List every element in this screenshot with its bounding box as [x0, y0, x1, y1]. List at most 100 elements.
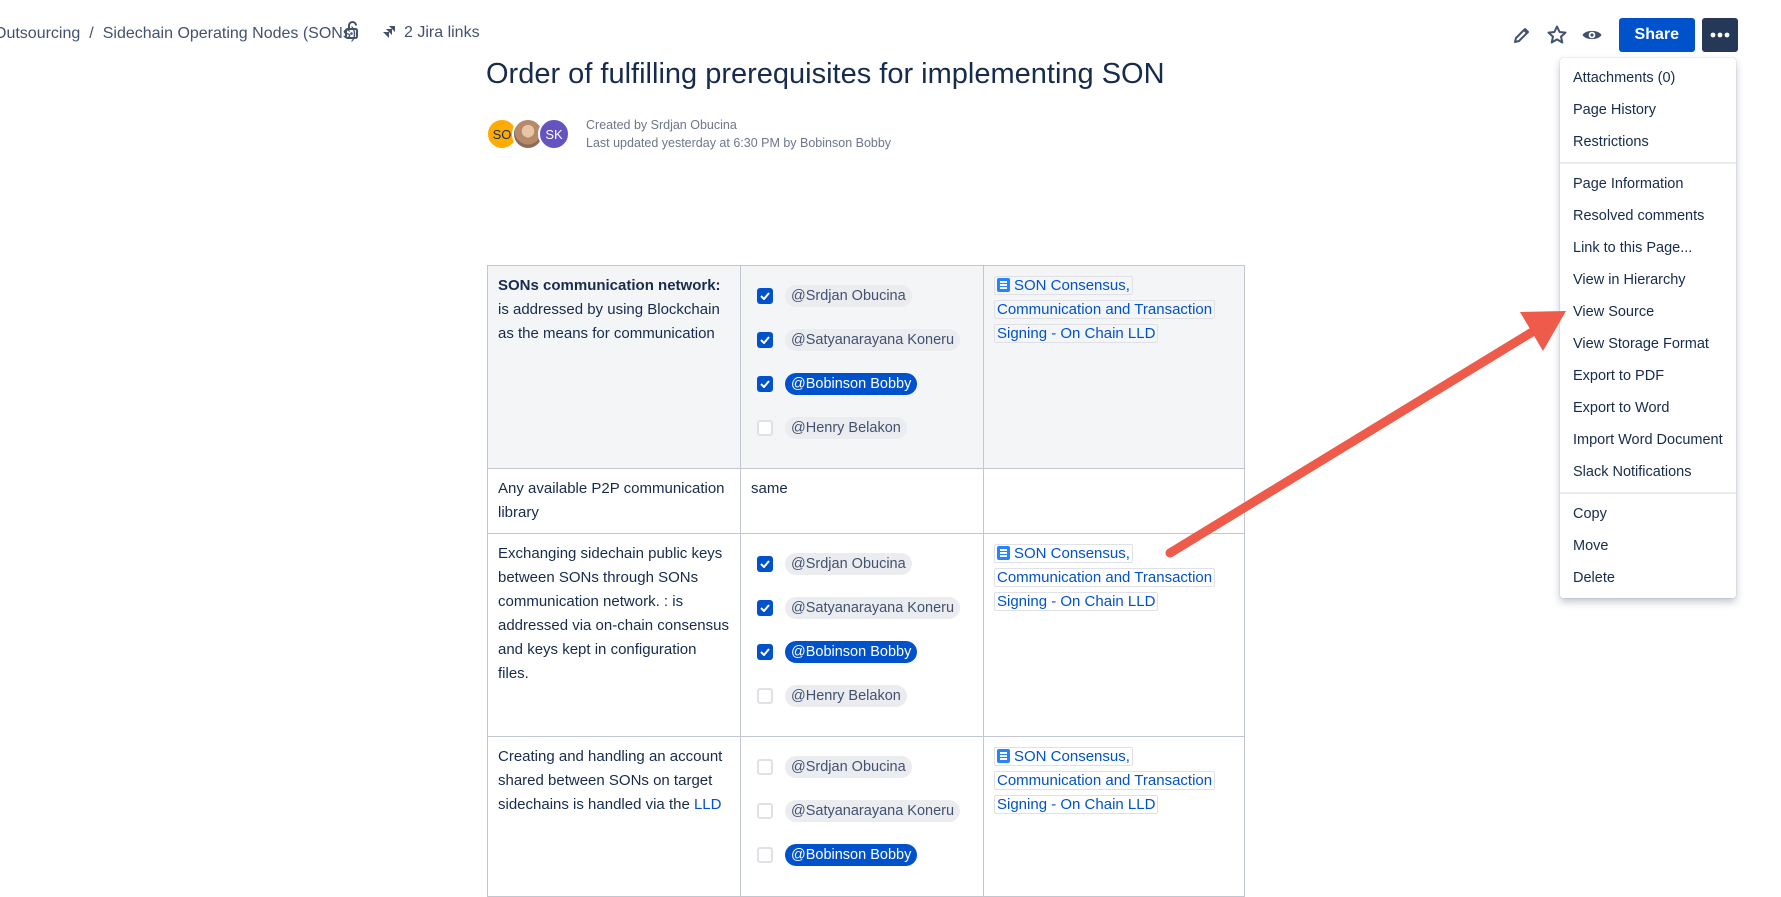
page-toolbar: Share: [1506, 18, 1738, 52]
task-item: @Henry Belakon: [757, 684, 973, 708]
page-link-label: SON Consensus, Communication and Transac…: [997, 545, 1213, 610]
table-cell: SONs communication network: is addressed…: [487, 265, 741, 469]
menu-item-export-word[interactable]: Export to Word: [1560, 392, 1736, 424]
table-row: Exchanging sidechain public keys between…: [487, 533, 1245, 737]
task-item: @Bobinson Bobby: [757, 843, 973, 867]
menu-item-page-information[interactable]: Page Information: [1560, 168, 1736, 200]
table-cell: SON Consensus, Communication and Transac…: [983, 736, 1245, 897]
page-icon: [997, 278, 1010, 292]
breadcrumb-outsourcing[interactable]: Outsourcing: [0, 25, 80, 43]
menu-item-attachments[interactable]: Attachments (0): [1560, 62, 1736, 94]
table-cell: SON Consensus, Communication and Transac…: [983, 533, 1245, 737]
table-row: SONs communication network: is addressed…: [487, 265, 1245, 469]
checkbox-unchecked[interactable]: [757, 688, 773, 704]
menu-item-export-pdf[interactable]: Export to PDF: [1560, 360, 1736, 392]
user-mention[interactable]: @Satyanarayana Koneru: [785, 329, 961, 351]
table-cell: Any available P2P communication library: [487, 468, 741, 534]
user-mention[interactable]: @Srdjan Obucina: [785, 285, 912, 307]
menu-item-slack-notifications[interactable]: Slack Notifications: [1560, 456, 1736, 488]
user-mention[interactable]: @Srdjan Obucina: [785, 553, 912, 575]
user-mention-self[interactable]: @Bobinson Bobby: [785, 844, 918, 866]
menu-item-view-in-hierarchy[interactable]: View in Hierarchy: [1560, 264, 1736, 296]
task-item: @Srdjan Obucina: [757, 284, 973, 308]
avatar[interactable]: SK: [538, 118, 570, 150]
task-list-cell: @Srdjan Obucina @Satyanarayana Koneru @B…: [740, 736, 984, 897]
page-link-label: SON Consensus, Communication and Transac…: [997, 748, 1213, 813]
table-row: Creating and handling an account shared …: [487, 736, 1245, 897]
menu-item-page-history[interactable]: Page History: [1560, 94, 1736, 126]
menu-divider: [1560, 162, 1736, 164]
created-by: Created by Srdjan Obucina: [586, 118, 737, 132]
menu-item-copy[interactable]: Copy: [1560, 498, 1736, 530]
task-item: @Satyanarayana Koneru: [757, 596, 973, 620]
table-cell: Exchanging sidechain public keys between…: [487, 533, 741, 737]
checkbox-checked[interactable]: [757, 556, 773, 572]
task-item: @Srdjan Obucina: [757, 552, 973, 576]
menu-item-resolved-comments[interactable]: Resolved comments: [1560, 200, 1736, 232]
page-title: Order of fulfilling prerequisites for im…: [486, 58, 1165, 90]
confluence-page-link[interactable]: SON Consensus, Communication and Transac…: [994, 274, 1234, 346]
star-icon[interactable]: [1541, 19, 1573, 51]
user-mention[interactable]: @Satyanarayana Koneru: [785, 597, 961, 619]
jira-links[interactable]: 2 Jira links: [380, 21, 480, 45]
task-item: @Bobinson Bobby: [757, 640, 973, 664]
table-cell: same: [740, 468, 984, 534]
page-icon: [997, 749, 1010, 763]
task-item: @Satyanarayana Koneru: [757, 328, 973, 352]
more-actions-menu: Attachments (0) Page History Restriction…: [1560, 58, 1736, 598]
watch-icon[interactable]: [1576, 19, 1608, 51]
last-updated: Last updated yesterday at 6:30 PM by Bob…: [586, 136, 892, 150]
table-cell: Creating and handling an account shared …: [487, 736, 741, 897]
user-mention-self[interactable]: @Bobinson Bobby: [785, 373, 918, 395]
checkbox-unchecked[interactable]: [757, 759, 773, 775]
user-mention[interactable]: @Henry Belakon: [785, 417, 907, 439]
checkbox-unchecked[interactable]: [757, 847, 773, 863]
task-item: @Srdjan Obucina: [757, 755, 973, 779]
checkbox-checked[interactable]: [757, 644, 773, 660]
user-mention[interactable]: @Satyanarayana Koneru: [785, 800, 961, 822]
breadcrumb-sons[interactable]: Sidechain Operating Nodes (SONs): [103, 25, 356, 43]
menu-item-link-to-page[interactable]: Link to this Page...: [1560, 232, 1736, 264]
task-item: @Henry Belakon: [757, 416, 973, 440]
more-icon[interactable]: [1702, 18, 1738, 52]
menu-item-delete[interactable]: Delete: [1560, 562, 1736, 594]
user-mention[interactable]: @Srdjan Obucina: [785, 756, 912, 778]
menu-item-import-word[interactable]: Import Word Document: [1560, 424, 1736, 456]
share-button[interactable]: Share: [1618, 18, 1695, 52]
menu-divider: [1560, 492, 1736, 494]
lock-icon[interactable]: [344, 20, 362, 40]
cell-bold-text: SONs communication network:: [498, 277, 721, 294]
cell-text: is addressed by using Blockchain as the …: [498, 301, 720, 342]
confluence-page-link[interactable]: SON Consensus, Communication and Transac…: [994, 542, 1234, 614]
menu-item-view-storage-format[interactable]: View Storage Format: [1560, 328, 1736, 360]
checkbox-checked[interactable]: [757, 288, 773, 304]
byline-text: Created by Srdjan Obucina Last updated y…: [586, 116, 891, 152]
menu-item-move[interactable]: Move: [1560, 530, 1736, 562]
table-row: Any available P2P communication library …: [487, 468, 1245, 534]
checkbox-checked[interactable]: [757, 332, 773, 348]
lld-link[interactable]: LLD: [694, 796, 722, 813]
menu-item-view-source[interactable]: View Source: [1560, 296, 1736, 328]
menu-item-restrictions[interactable]: Restrictions: [1560, 126, 1736, 158]
page-link-label: SON Consensus, Communication and Transac…: [997, 277, 1213, 342]
confluence-page-link[interactable]: SON Consensus, Communication and Transac…: [994, 745, 1234, 817]
page-icon: [997, 546, 1010, 560]
checkbox-unchecked[interactable]: [757, 803, 773, 819]
task-list-cell: @Srdjan Obucina @Satyanarayana Koneru @B…: [740, 265, 984, 469]
task-item: @Bobinson Bobby: [757, 372, 973, 396]
checkbox-checked[interactable]: [757, 376, 773, 392]
checkbox-unchecked[interactable]: [757, 420, 773, 436]
breadcrumb: Outsourcing / Sidechain Operating Nodes …: [0, 22, 356, 46]
user-mention-self[interactable]: @Bobinson Bobby: [785, 641, 918, 663]
byline: SO SK Created by Srdjan Obucina Last upd…: [486, 116, 891, 152]
edit-icon[interactable]: [1506, 19, 1538, 51]
jira-links-label: 2 Jira links: [404, 24, 480, 41]
checkbox-checked[interactable]: [757, 600, 773, 616]
user-mention[interactable]: @Henry Belakon: [785, 685, 907, 707]
prerequisites-table: SONs communication network: is addressed…: [487, 265, 1245, 897]
breadcrumb-separator: /: [89, 25, 94, 42]
table-cell: SON Consensus, Communication and Transac…: [983, 265, 1245, 469]
jira-icon: [383, 26, 395, 38]
contributor-avatars[interactable]: SO SK: [486, 118, 570, 150]
table-cell: [983, 468, 1245, 534]
